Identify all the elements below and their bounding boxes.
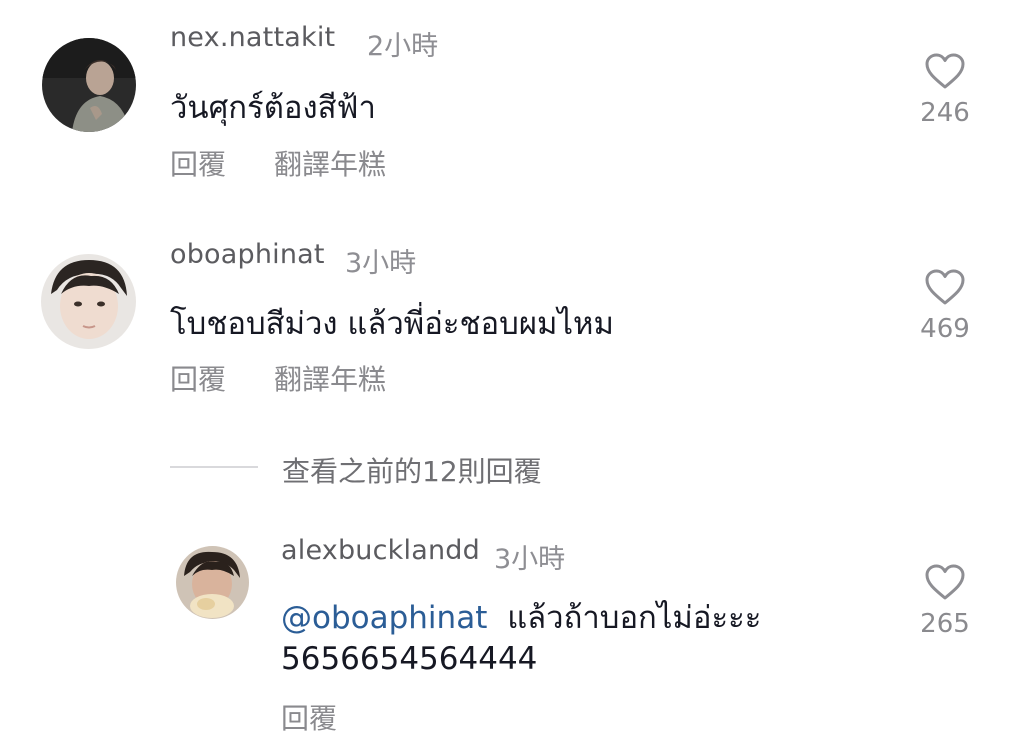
heart-outline-icon	[925, 53, 965, 89]
heart-outline-icon	[925, 564, 965, 600]
mention-link[interactable]: @oboaphinat	[281, 600, 487, 636]
like-count: 469	[920, 314, 970, 344]
comment-time: 2小時	[367, 31, 439, 62]
like-button[interactable]: 469	[905, 268, 985, 344]
like-button[interactable]: 265	[905, 563, 985, 639]
reply-button[interactable]: 回覆	[170, 143, 226, 183]
comment-username[interactable]: oboaphinat	[170, 239, 325, 270]
reply-text: @oboaphinat แล้วถ้าบอกไม่อ่ะะะ	[281, 592, 761, 642]
comment-text: วันศุกร์ต้องสีฟ้า	[170, 90, 376, 126]
replies-divider	[170, 466, 258, 468]
comments-panel: nex.nattakit 2小時 วันศุกร์ต้องสีฟ้า 回覆 翻譯…	[0, 0, 1024, 752]
avatar[interactable]	[42, 38, 136, 132]
translate-button[interactable]: 翻譯年糕	[274, 143, 386, 183]
comment-text: โบชอบสีม่วง แล้วพี่อ่ะชอบผมไหม	[170, 306, 614, 342]
heart-outline-icon	[925, 269, 965, 305]
comment-username[interactable]: nex.nattakit	[170, 22, 335, 53]
like-count: 265	[920, 609, 970, 639]
reply-time: 3小時	[494, 544, 566, 575]
avatar[interactable]	[176, 546, 249, 619]
reply-text-line1: แล้วถ้าบอกไม่อ่ะะะ	[507, 600, 762, 636]
reply-button[interactable]: 回覆	[281, 697, 337, 737]
avatar[interactable]	[41, 254, 136, 349]
reply-text-line2: 5656654564444	[281, 641, 538, 677]
reply-button[interactable]: 回覆	[170, 358, 226, 398]
like-count: 246	[920, 98, 970, 128]
comment-time: 3小時	[345, 248, 417, 279]
like-button[interactable]: 246	[905, 52, 985, 128]
reply-username[interactable]: alexbucklandd	[281, 535, 480, 566]
view-previous-replies-button[interactable]: 查看之前的12則回覆	[282, 450, 542, 490]
translate-button[interactable]: 翻譯年糕	[274, 358, 386, 398]
